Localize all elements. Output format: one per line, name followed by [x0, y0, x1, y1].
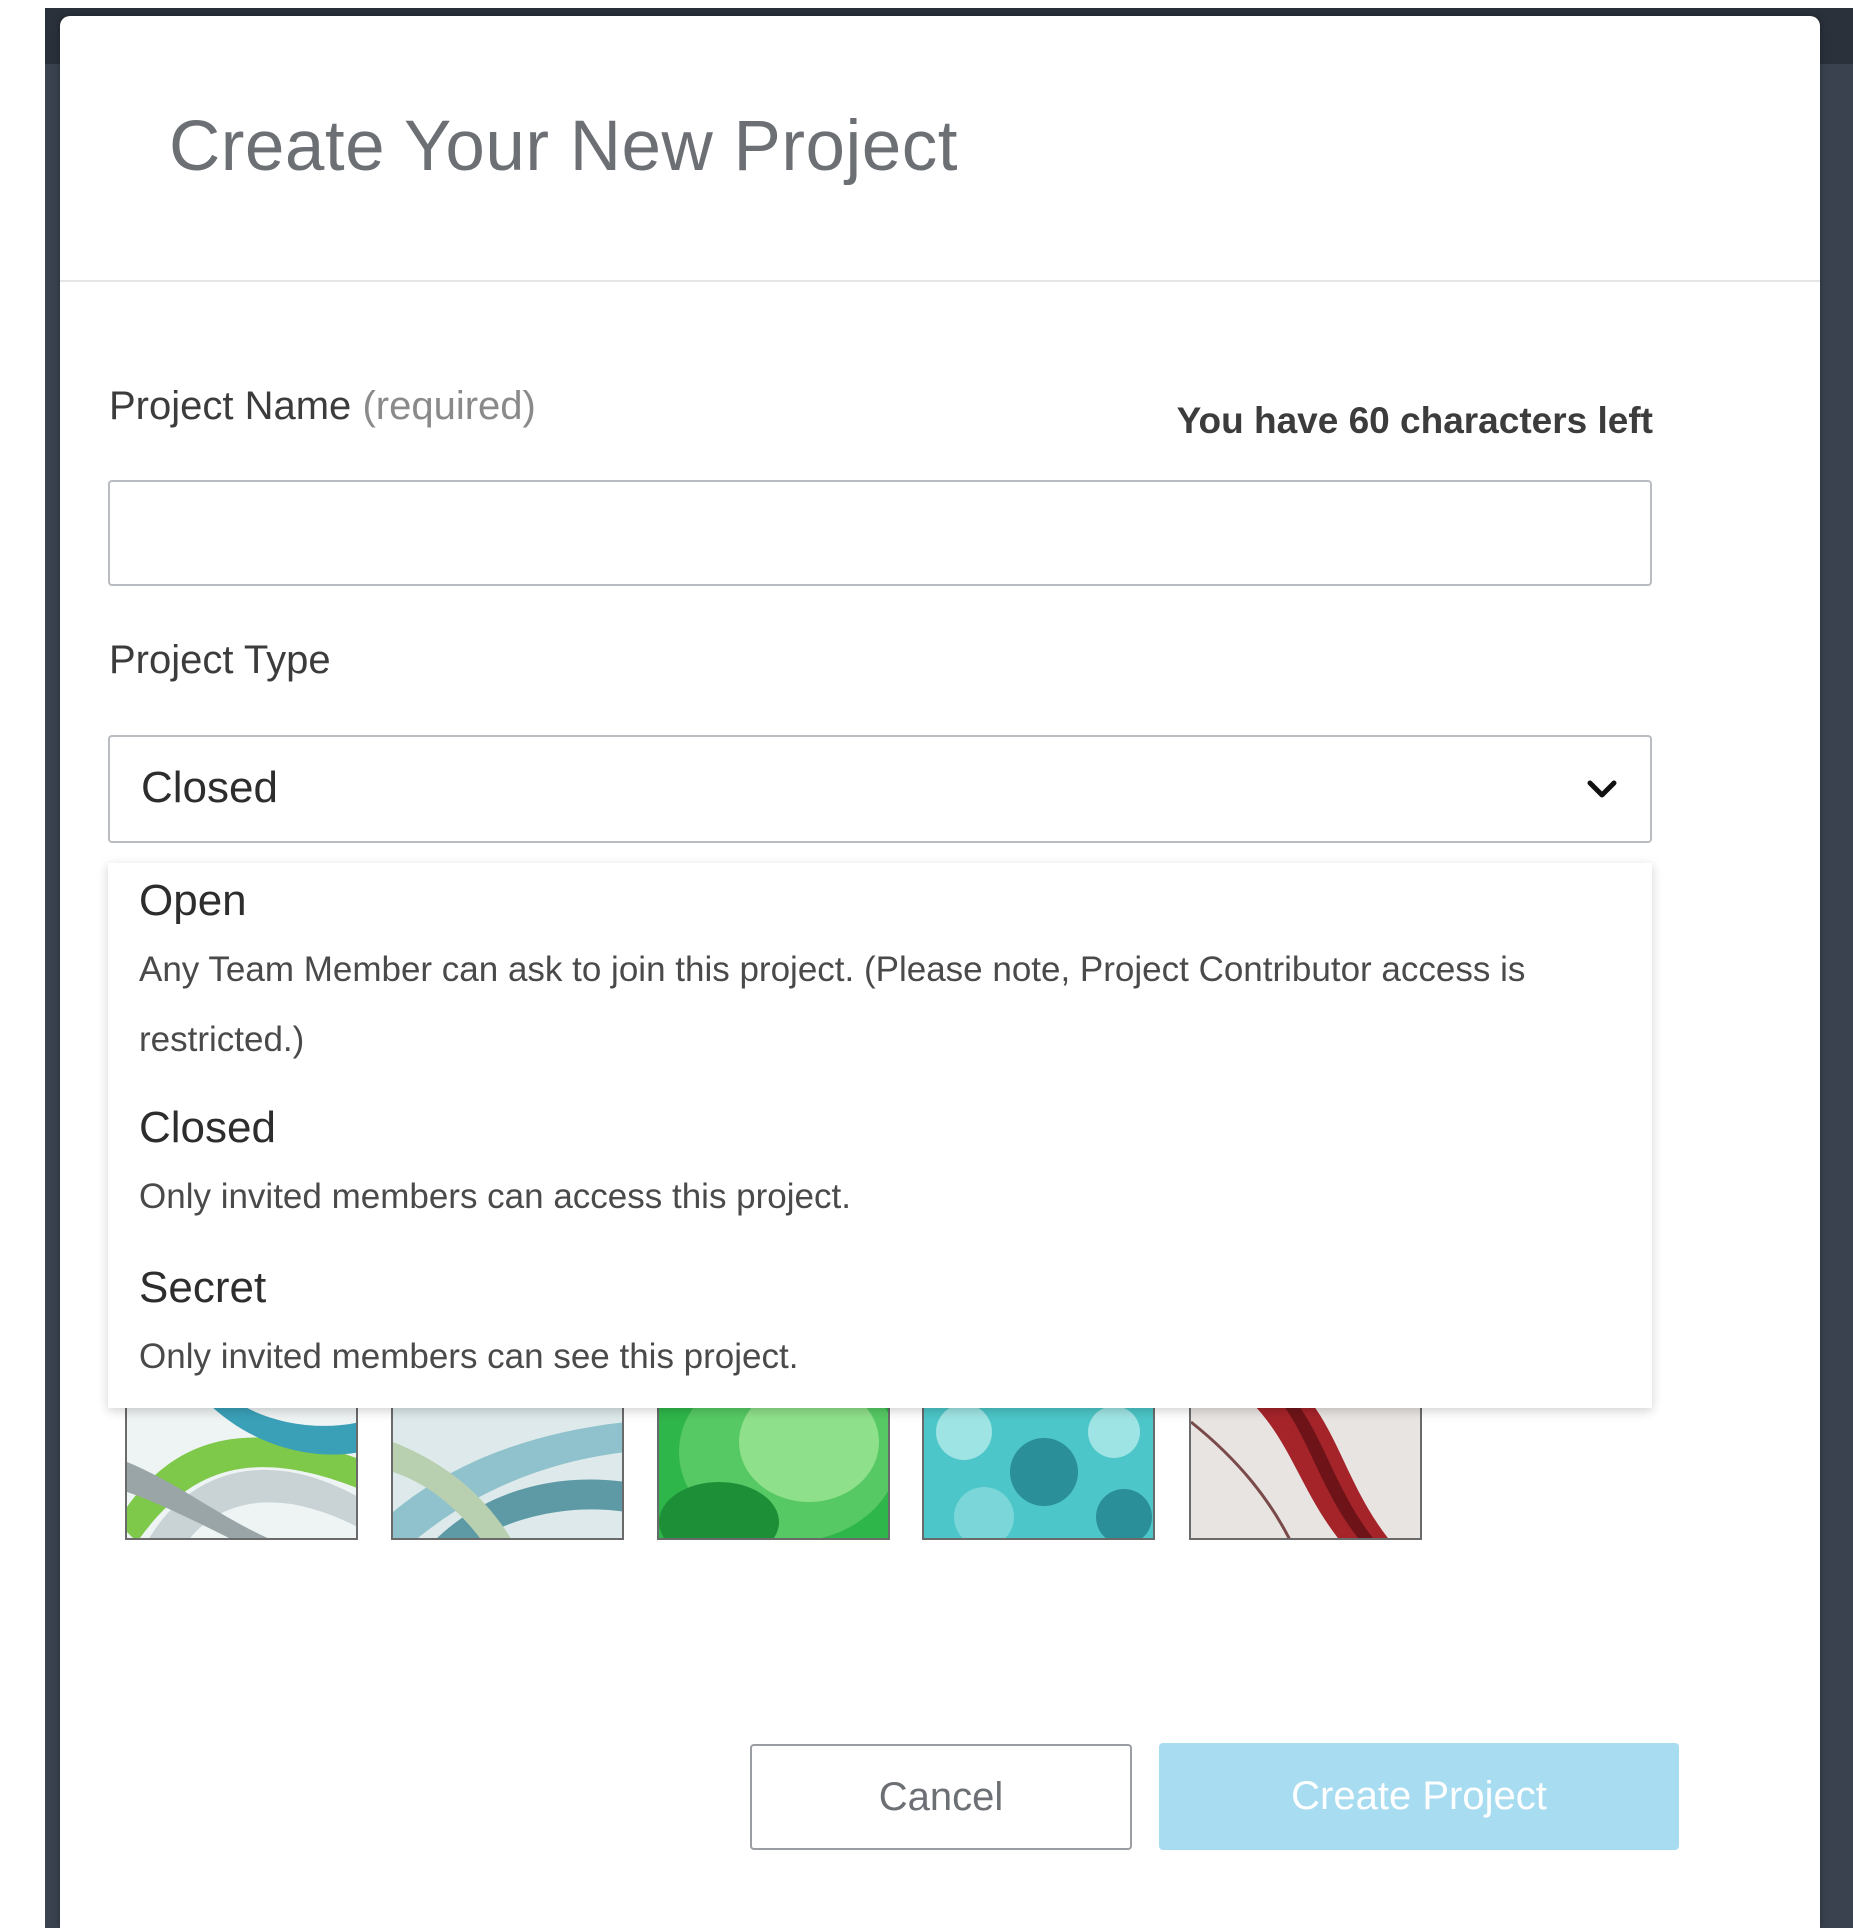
project-type-label: Project Type	[109, 638, 331, 682]
project-type-dropdown-menu: Open Any Team Member can ask to join thi…	[108, 863, 1652, 1408]
project-type-selected-value: Closed	[141, 763, 278, 812]
option-description: Only invited members can see this projec…	[139, 1337, 799, 1376]
project-image-thumbnail[interactable]	[922, 1400, 1155, 1540]
project-type-option-open[interactable]: Open Any Team Member can ask to join thi…	[139, 875, 1619, 1075]
project-name-label-text: Project Name	[109, 384, 352, 428]
dialog-title: Create Your New Project	[169, 107, 958, 186]
option-title: Secret	[139, 1263, 267, 1312]
characters-left-counter: You have 60 characters left	[1176, 400, 1653, 441]
project-image-thumbnail[interactable]	[125, 1400, 358, 1540]
dialog-header: Create Your New Project	[60, 16, 1820, 282]
green-swirl-image	[659, 1402, 888, 1538]
create-project-button[interactable]: Create Project	[1159, 1743, 1679, 1850]
glass-ribbons-image	[393, 1402, 622, 1538]
project-name-input[interactable]	[108, 480, 1652, 586]
project-image-thumbnail[interactable]	[1189, 1400, 1422, 1540]
project-type-select[interactable]: Closed	[108, 735, 1652, 843]
red-twist-image	[1191, 1402, 1420, 1538]
option-title: Closed	[139, 1103, 276, 1152]
option-title: Open	[139, 876, 247, 925]
chevron-down-icon	[1587, 780, 1617, 798]
project-name-label: Project Name (required)	[109, 384, 536, 429]
required-indicator: (required)	[362, 384, 536, 428]
project-image-thumbnail[interactable]	[391, 1400, 624, 1540]
project-image-picker	[125, 1400, 1525, 1540]
option-description: Only invited members can access this pro…	[139, 1177, 851, 1216]
project-name-label-row: Project Name (required) You have 60 char…	[109, 376, 1653, 441]
project-type-option-closed[interactable]: Closed Only invited members can access t…	[139, 1102, 1619, 1232]
ribbons-image	[127, 1402, 356, 1538]
project-image-thumbnail[interactable]	[657, 1400, 890, 1540]
project-type-option-secret[interactable]: Secret Only invited members can see this…	[139, 1262, 1619, 1392]
cyan-cells-image	[924, 1402, 1153, 1538]
cancel-button[interactable]: Cancel	[750, 1744, 1132, 1850]
option-description: Any Team Member can ask to join this pro…	[139, 950, 1526, 1059]
